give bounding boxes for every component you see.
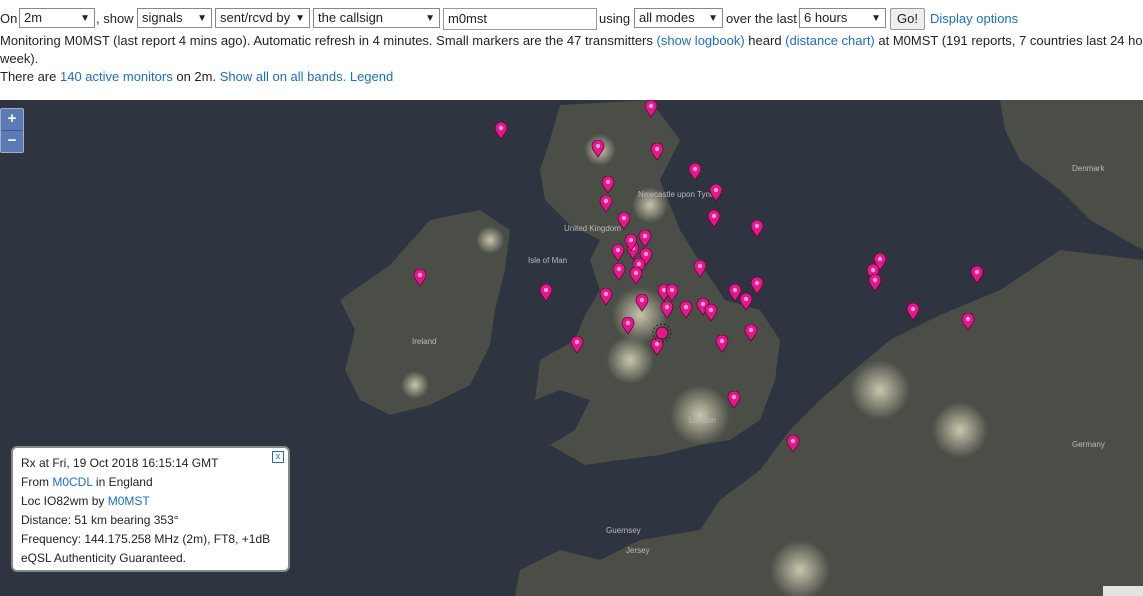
reception-popup: x Rx at Fri, 19 Oct 2018 16:15:14 GMT Fr… [11, 446, 290, 572]
query-controls: On 2m ▼ , show signals ▼ sent/rcvd by ▼ the… [0, 6, 1143, 30]
display-options-link[interactable]: Display options [930, 11, 1018, 26]
show-select[interactable]: signals ▼ [137, 8, 212, 28]
map-label-guernsey: Guernsey [606, 526, 641, 535]
map-marker-icon[interactable] [750, 220, 764, 238]
show-logbook-link[interactable]: (show logbook) [657, 33, 745, 48]
map-marker-icon[interactable] [868, 274, 882, 292]
map-marker-icon[interactable] [591, 140, 605, 158]
map-marker-icon[interactable] [494, 122, 508, 140]
zoom-control: + − [0, 108, 24, 153]
legend-link[interactable]: Legend [350, 69, 393, 84]
map-marker-icon[interactable] [624, 234, 638, 252]
map-marker-icon[interactable] [570, 336, 584, 354]
map-marker-icon[interactable] [704, 304, 718, 322]
distance-chart-link[interactable]: (distance chart) [785, 33, 875, 48]
map-marker-icon[interactable] [688, 163, 702, 181]
map-marker-icon[interactable] [650, 143, 664, 161]
map-attribution[interactable] [1103, 586, 1143, 596]
popup-from-callsign-link[interactable]: M0CDL [52, 475, 92, 489]
map-marker-icon[interactable] [644, 100, 658, 118]
map-marker-icon[interactable] [635, 294, 649, 312]
map-marker-icon[interactable] [638, 230, 652, 248]
map-label-newcastle: Newcastle upon Tyne [638, 190, 715, 199]
map-marker-icon[interactable] [715, 335, 729, 353]
chevron-down-icon: ▼ [80, 13, 90, 24]
zoom-in-button[interactable]: + [1, 109, 23, 131]
map-marker-icon[interactable] [539, 284, 553, 302]
map-label-ireland: Ireland [412, 337, 437, 346]
band-select[interactable]: 2m ▼ [19, 8, 95, 28]
popup-from-country: in England [95, 475, 153, 489]
map-marker-icon[interactable] [707, 210, 721, 228]
map-marker-icon[interactable] [709, 184, 723, 202]
over-label: over the last [726, 11, 797, 26]
map-marker-icon[interactable] [629, 267, 643, 285]
popup-rx-time: Rx at Fri, 19 Oct 2018 16:15:14 GMT [21, 456, 219, 470]
map-marker-icon[interactable] [612, 263, 626, 281]
target-select[interactable]: the callsign ▼ [313, 8, 440, 28]
using-label: using [599, 11, 631, 26]
map-marker-icon[interactable] [744, 324, 758, 342]
chevron-down-icon: ▼ [295, 13, 305, 24]
map-marker-icon[interactable] [679, 301, 693, 319]
status-line1-c: at M0MST (191 reports, 7 countries last … [878, 33, 1143, 48]
close-icon[interactable]: x [272, 451, 284, 463]
status-text: Monitoring M0MST (last report 4 mins ago… [0, 32, 1143, 86]
period-select[interactable]: 6 hours ▼ [799, 8, 886, 28]
direction-select[interactable]: sent/rcvd by ▼ [215, 8, 310, 28]
chevron-down-icon: ▼ [425, 13, 435, 24]
status-line3-b: on 2m. [176, 69, 217, 84]
callsign-input[interactable]: m0mst [443, 8, 597, 30]
chevron-down-icon: ▼ [871, 13, 881, 24]
popup-distance: Distance: 51 km bearing 353° [21, 513, 179, 527]
popup-loc-callsign-link[interactable]: M0MST [108, 494, 150, 508]
modes-select[interactable]: all modes ▼ [634, 8, 723, 28]
map-marker-icon[interactable] [665, 284, 679, 302]
map-marker-icon[interactable] [413, 269, 427, 287]
map-label-london: London [689, 416, 716, 425]
map-marker-icon[interactable] [961, 313, 975, 331]
status-line1-b: heard [748, 33, 782, 48]
chevron-down-icon: ▼ [197, 13, 207, 24]
map-marker-icon[interactable] [906, 303, 920, 321]
active-monitors-link[interactable]: 140 active monitors [60, 69, 173, 84]
popup-eqsl: eQSL Authenticity Guaranteed. [21, 551, 186, 565]
map-marker-icon[interactable] [601, 176, 615, 194]
map-label-germany: Germany [1072, 440, 1105, 449]
map-marker-icon[interactable] [621, 317, 635, 335]
map-marker-icon[interactable] [739, 293, 753, 311]
map-marker-icon[interactable] [727, 391, 741, 409]
show-label: , show [96, 11, 134, 26]
on-label: On [0, 11, 18, 26]
status-line3-a: There are [0, 69, 57, 84]
map-marker-icon[interactable] [970, 266, 984, 284]
status-line2: week). [0, 51, 39, 66]
map-label-isle-of-man: Isle of Man [528, 256, 568, 265]
go-button[interactable]: Go! [890, 8, 925, 30]
map-marker-icon[interactable] [611, 244, 625, 262]
show-all-bands-link[interactable]: Show all on all bands. [220, 69, 346, 84]
map-label-uk: United Kingdom [564, 224, 621, 233]
status-line1-a: Monitoring M0MST (last report 4 mins ago… [0, 33, 653, 48]
popup-from-label: From [21, 475, 49, 489]
zoom-out-button[interactable]: − [1, 131, 23, 152]
popup-loc-label: Loc IO82wm by [21, 494, 105, 508]
map-marker-icon[interactable] [617, 212, 631, 230]
popup-frequency: Frequency: 144.175.258 MHz (2m), FT8, +1… [21, 532, 271, 546]
map-marker-icon[interactable] [693, 260, 707, 278]
map-marker-icon[interactable] [660, 301, 674, 319]
map-label-denmark: Denmark [1072, 164, 1105, 173]
chevron-down-icon: ▼ [708, 13, 718, 24]
map-marker-icon[interactable] [599, 288, 613, 306]
map-label-jersey: Jersey [626, 546, 650, 555]
receiver-marker-icon[interactable] [652, 323, 672, 343]
map-marker-icon[interactable] [786, 435, 800, 453]
map-marker-icon[interactable] [599, 195, 613, 213]
